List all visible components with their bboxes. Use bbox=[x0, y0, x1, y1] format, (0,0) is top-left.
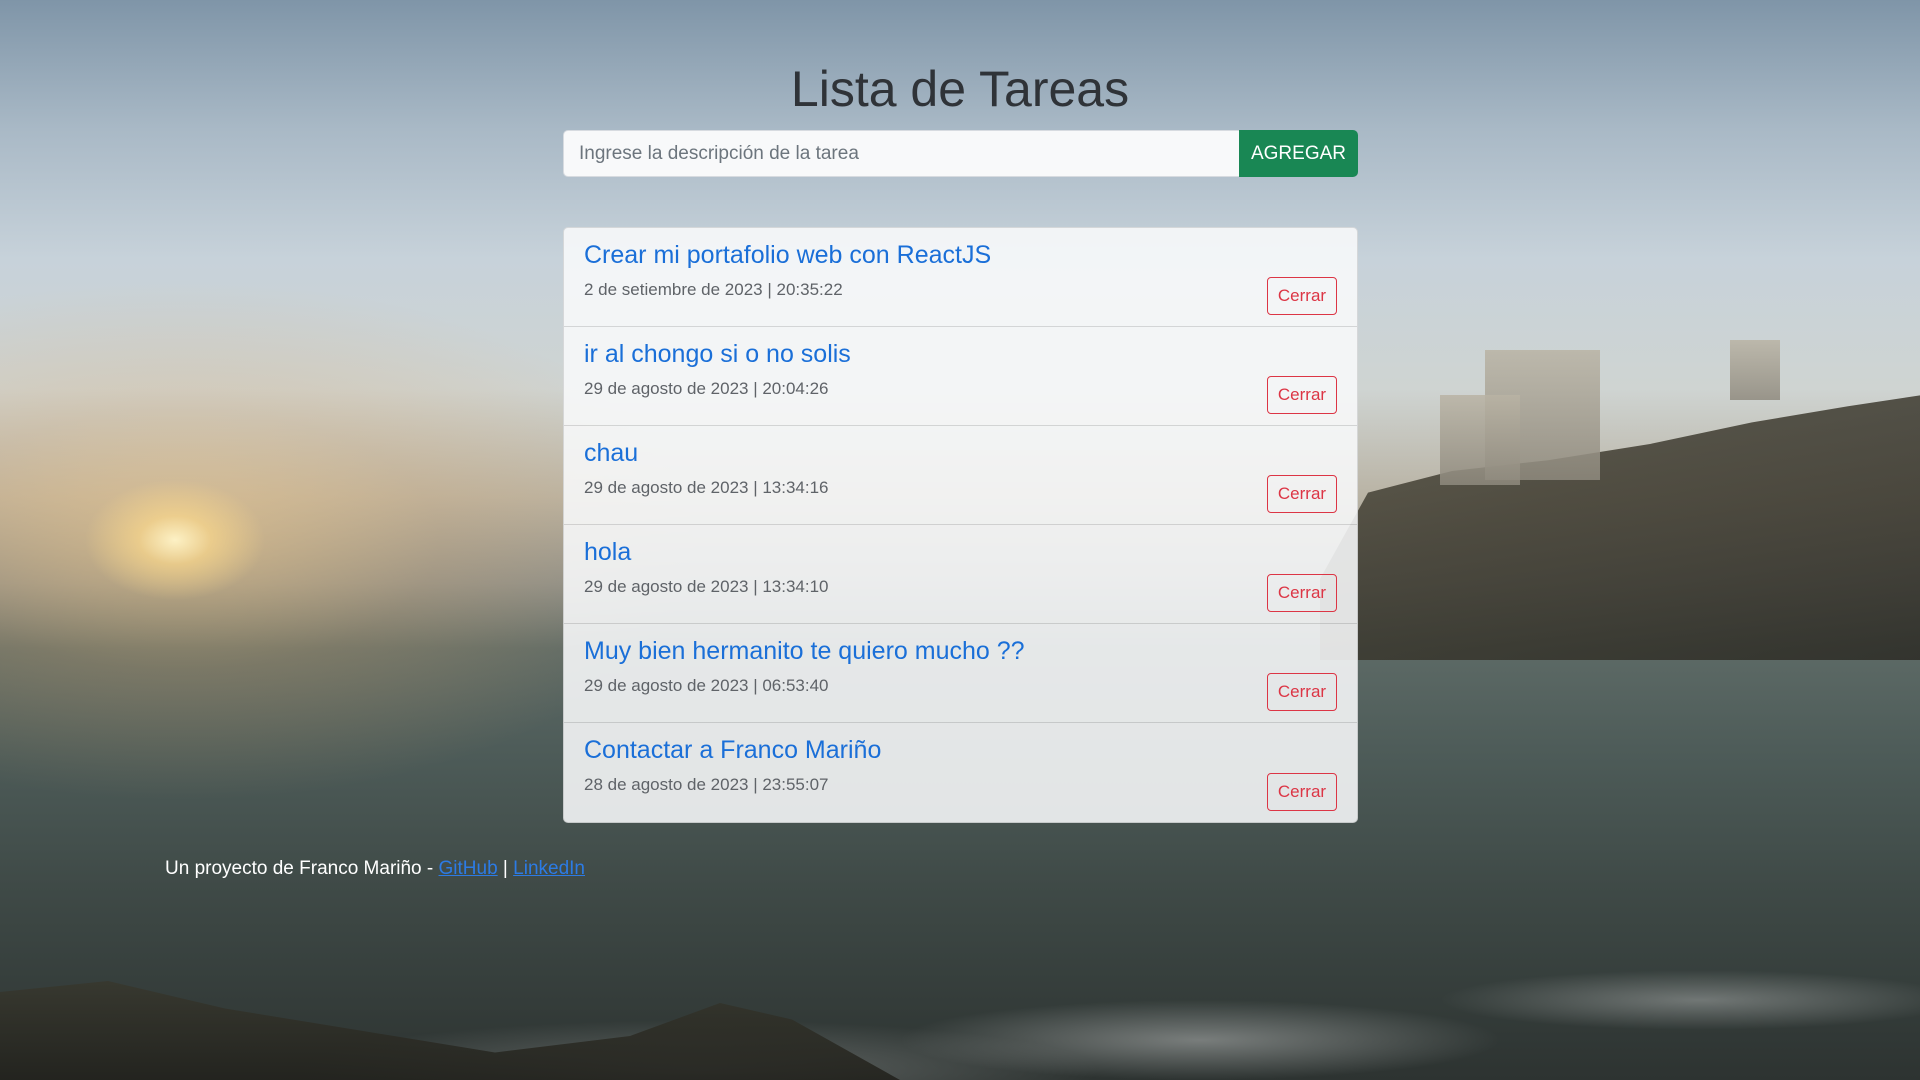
task-title[interactable]: Contactar a Franco Mariño bbox=[584, 735, 1337, 765]
task-item: ir al chongo si o no solis 29 de agosto … bbox=[564, 327, 1357, 426]
close-task-button[interactable]: Cerrar bbox=[1267, 475, 1337, 513]
task-title[interactable]: Muy bien hermanito te quiero mucho ?? bbox=[584, 636, 1337, 666]
background-building bbox=[1440, 395, 1520, 485]
close-task-button[interactable]: Cerrar bbox=[1267, 773, 1337, 811]
background-cliff bbox=[1320, 395, 1920, 660]
task-item: Crear mi portafolio web con ReactJS 2 de… bbox=[564, 228, 1357, 327]
task-item: chau 29 de agosto de 2023 | 13:34:16 Cer… bbox=[564, 426, 1357, 525]
add-task-button[interactable]: AGREGAR bbox=[1239, 130, 1358, 177]
task-date: 28 de agosto de 2023 | 23:55:07 bbox=[584, 775, 829, 794]
task-item: hola 29 de agosto de 2023 | 13:34:10 Cer… bbox=[564, 525, 1357, 624]
background-building bbox=[1730, 340, 1780, 400]
task-date: 29 de agosto de 2023 | 06:53:40 bbox=[584, 676, 829, 695]
footer-separator: | bbox=[497, 858, 514, 879]
footer: Un proyecto de Franco Mariño - GitHub | … bbox=[165, 857, 585, 881]
linkedin-link[interactable]: LinkedIn bbox=[513, 858, 585, 879]
task-title[interactable]: chau bbox=[584, 438, 1337, 468]
task-list: Crear mi portafolio web con ReactJS 2 de… bbox=[563, 227, 1358, 823]
github-link[interactable]: GitHub bbox=[439, 858, 498, 879]
add-task-form: AGREGAR bbox=[563, 130, 1358, 177]
task-title[interactable]: Crear mi portafolio web con ReactJS bbox=[584, 240, 1337, 270]
task-title[interactable]: hola bbox=[584, 537, 1337, 567]
task-item: Muy bien hermanito te quiero mucho ?? 29… bbox=[564, 624, 1357, 723]
footer-text: Un proyecto de Franco Mariño - bbox=[165, 858, 439, 879]
close-task-button[interactable]: Cerrar bbox=[1267, 376, 1337, 414]
task-description-input[interactable] bbox=[563, 130, 1239, 177]
task-item: Contactar a Franco Mariño 28 de agosto d… bbox=[564, 723, 1357, 822]
close-task-button[interactable]: Cerrar bbox=[1267, 277, 1337, 315]
page-title: Lista de Tareas bbox=[790, 61, 1130, 117]
task-date: 29 de agosto de 2023 | 13:34:10 bbox=[584, 577, 829, 596]
task-date: 2 de setiembre de 2023 | 20:35:22 bbox=[584, 280, 843, 299]
close-task-button[interactable]: Cerrar bbox=[1267, 673, 1337, 711]
task-date: 29 de agosto de 2023 | 20:04:26 bbox=[584, 379, 829, 398]
task-title[interactable]: ir al chongo si o no solis bbox=[584, 339, 1337, 369]
task-date: 29 de agosto de 2023 | 13:34:16 bbox=[584, 478, 829, 497]
close-task-button[interactable]: Cerrar bbox=[1267, 574, 1337, 612]
